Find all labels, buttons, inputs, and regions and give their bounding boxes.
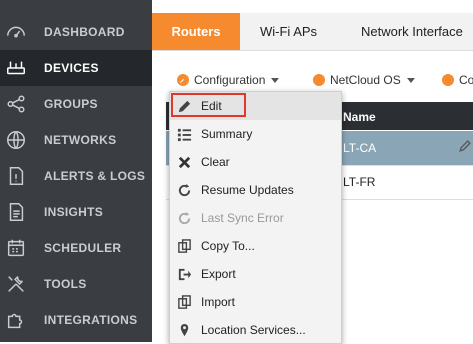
- export-icon: [176, 266, 192, 282]
- sidebar-item-tools[interactable]: TOOLS: [0, 266, 152, 302]
- sidebar: DASHBOARD DEVICES GROUPS NETWORKS ALERTS…: [0, 0, 152, 342]
- menu-item-last-sync-error: Last Sync Error: [170, 204, 341, 232]
- location-pin-icon: [176, 322, 192, 338]
- list-icon: [176, 126, 192, 142]
- menu-item-label: Clear: [201, 155, 230, 169]
- sidebar-item-label: ALERTS & LOGS: [44, 169, 146, 183]
- refresh-icon: [176, 182, 192, 198]
- sidebar-item-scheduler[interactable]: SCHEDULER: [0, 230, 152, 266]
- router-name: LT-CA: [343, 141, 377, 155]
- menu-item-resume-updates[interactable]: Resume Updates: [170, 176, 341, 204]
- router-icon: [4, 56, 28, 80]
- menu-item-import[interactable]: Import: [170, 288, 341, 316]
- sidebar-item-label: SCHEDULER: [44, 241, 122, 255]
- configuration-label: Configuration: [194, 73, 266, 87]
- sidebar-item-networks[interactable]: NETWORKS: [0, 122, 152, 158]
- configuration-button[interactable]: Configuration: [177, 71, 280, 89]
- menu-item-label: Copy To...: [201, 239, 255, 253]
- netcloud-label: NetCloud OS: [330, 73, 401, 87]
- device-tabs: Routers Wi-Fi APs Network Interface: [152, 13, 473, 51]
- commands-label: Co: [459, 73, 473, 87]
- column-header-name[interactable]: Name: [343, 110, 376, 124]
- share-icon: [4, 92, 28, 116]
- copy-icon: [176, 238, 192, 254]
- chevron-down-icon: [271, 77, 280, 83]
- tab-routers[interactable]: Routers: [152, 13, 240, 50]
- document-icon: [4, 200, 28, 224]
- sidebar-item-label: NETWORKS: [44, 133, 117, 147]
- menu-item-clear[interactable]: Clear: [170, 148, 341, 176]
- globe-icon: [4, 128, 28, 152]
- sidebar-item-label: DEVICES: [44, 61, 99, 75]
- sidebar-item-alerts-logs[interactable]: ALERTS & LOGS: [0, 158, 152, 194]
- refresh-icon: [176, 210, 192, 226]
- sidebar-item-label: GROUPS: [44, 97, 98, 111]
- tools-icon: [4, 272, 28, 296]
- pencil-icon[interactable]: [458, 140, 471, 156]
- menu-item-label: Export: [201, 267, 236, 281]
- menu-item-label: Summary: [201, 127, 253, 141]
- router-name: LT-FR: [343, 175, 376, 189]
- menu-item-summary[interactable]: Summary: [170, 120, 341, 148]
- import-icon: [176, 294, 192, 310]
- gauge-icon: [4, 20, 28, 44]
- netcloud-os-button[interactable]: NetCloud OS: [313, 71, 415, 89]
- commands-button[interactable]: Co: [442, 71, 473, 89]
- puzzle-icon: [4, 308, 28, 332]
- configuration-dropdown-menu: Edit Summary Clear Resume Updates Last S…: [169, 91, 342, 344]
- menu-item-export[interactable]: Export: [170, 260, 341, 288]
- tab-network-interfaces[interactable]: Network Interface: [361, 13, 463, 50]
- sidebar-item-label: TOOLS: [44, 277, 87, 291]
- menu-item-label: Import: [201, 295, 236, 309]
- sidebar-item-dashboard[interactable]: DASHBOARD: [0, 14, 152, 50]
- toolbar: Configuration NetCloud OS Co: [152, 64, 473, 94]
- sidebar-item-insights[interactable]: INSIGHTS: [0, 194, 152, 230]
- command-icon: [442, 74, 454, 86]
- chevron-down-icon: [406, 77, 415, 83]
- calendar-icon: [4, 236, 28, 260]
- wrench-icon: [177, 74, 189, 86]
- menu-item-copy-to[interactable]: Copy To...: [170, 232, 341, 260]
- sidebar-item-label: INSIGHTS: [44, 205, 104, 219]
- menu-item-edit[interactable]: Edit: [170, 92, 341, 120]
- sidebar-item-integrations[interactable]: INTEGRATIONS: [0, 302, 152, 338]
- sidebar-item-label: DASHBOARD: [44, 25, 125, 39]
- menu-item-label: Last Sync Error: [201, 211, 284, 225]
- top-bar: [152, 0, 473, 14]
- highlight-box: [171, 93, 246, 117]
- menu-item-label: Resume Updates: [201, 183, 294, 197]
- sidebar-item-devices[interactable]: DEVICES: [0, 50, 152, 86]
- sidebar-item-label: INTEGRATIONS: [44, 313, 138, 327]
- cloud-icon: [313, 74, 325, 86]
- menu-item-label: Location Services...: [201, 323, 306, 337]
- tab-wifi-aps[interactable]: Wi-Fi APs: [260, 13, 317, 50]
- sidebar-item-groups[interactable]: GROUPS: [0, 86, 152, 122]
- menu-item-location-services[interactable]: Location Services...: [170, 316, 341, 344]
- x-icon: [176, 154, 192, 170]
- alert-doc-icon: [4, 164, 28, 188]
